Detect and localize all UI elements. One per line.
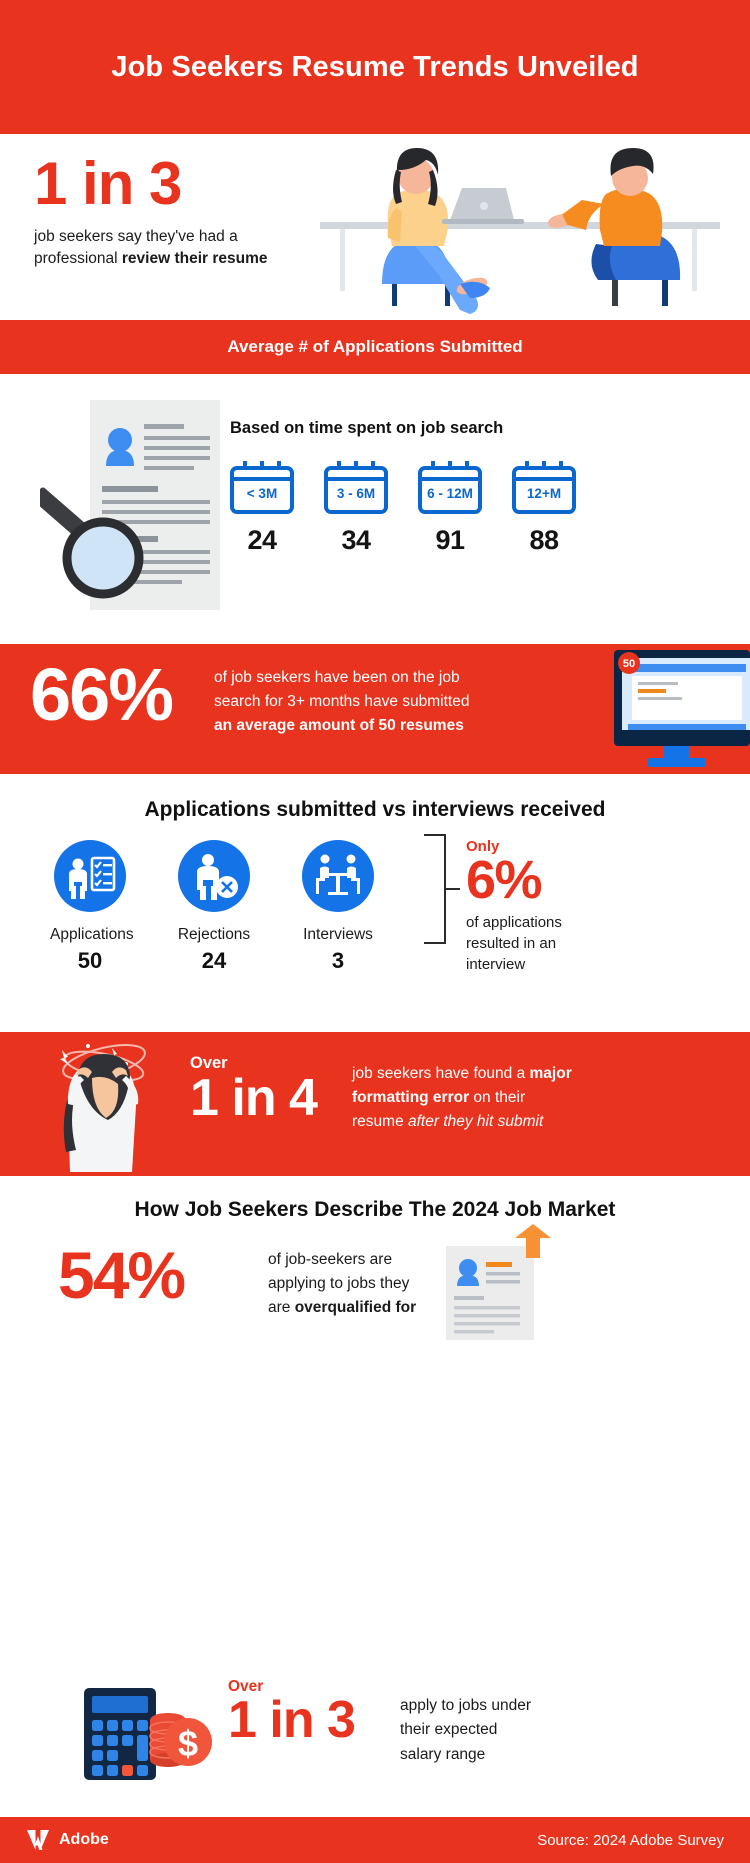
mkt-line3-bold: overqualified for [294,1299,417,1317]
header-banner: Job Seekers Resume Trends Unveiled [0,0,750,134]
band-4-description: job seekers have found a major formattin… [352,1062,602,1134]
resume-magnifier-illustration [40,400,220,610]
calendar-value: 24 [247,525,277,555]
callout-bracket-stub [446,888,460,890]
b4-text-c: resume [352,1113,408,1131]
svg-text:50: 50 [623,658,635,670]
calendar-label: 6 - 12M [427,486,473,501]
time-bucket: 6 - 12M 91 [416,459,484,556]
sal-line1: apply to jobs under [400,1697,531,1714]
apps-stat-row: Applications 50 Rejections 24 Interviews… [50,840,378,974]
market-description: of job-seekers are applying to jobs they… [268,1248,438,1320]
calculator-coins-illustration: $ [84,1688,212,1780]
calendar-icon: 6 - 12M [416,459,484,515]
band-4-number: 1 in 4 [190,1069,318,1127]
apps-stat-item: Applications 50 [50,840,134,974]
apps-stat-label: Interviews [303,926,373,943]
one-in-three-text-block: 1 in 3 job seekers say they've had a pro… [34,154,334,270]
b4-text-a-bold: major [529,1065,572,1082]
only-sub-line2: resulted in an [466,935,557,953]
b4-text-a: job seekers have found a [352,1065,530,1082]
only-sub-line3: interview [466,956,526,974]
mkt-line3-plain: are [268,1299,295,1317]
apps-stat-label: Rejections [177,926,251,943]
band-66-percent: 66% of job seekers have been on the job … [0,644,750,774]
b66-line3: an average amount of 50 resumes [214,717,464,735]
calendar-value: 88 [529,525,559,555]
sal-line3: salary range [400,1745,486,1763]
time-spent-title: Based on time spent on job search [230,419,504,437]
oit-line2-plain: professional [34,250,122,267]
salary-number: 1 in 3 [228,1691,356,1749]
mkt-line1: of job-seekers are [268,1251,393,1268]
section-time-spent: Based on time spent on job search < 3M 2… [0,374,750,644]
calendar-label: 3 - 6M [336,486,376,501]
apps-stat-value: 24 [201,948,227,973]
calendar-label: < 3M [246,486,278,501]
person-rejected-icon [178,840,250,912]
section-salary-range: $ Over 1 in 3 apply to jobs under their … [0,1660,750,1810]
band-average-label: Average # of Applications Submitted [227,337,523,356]
stressed-person-illustration [60,1044,146,1172]
only-description: of applications resulted in an interview [466,912,616,975]
calendar-icon: 3 - 6M [322,459,390,515]
footer-source-text: Source: 2024 Adobe Survey [537,1831,724,1849]
calendar-icon: 12+M [510,459,578,515]
apps-stat-label: Applications [50,926,134,943]
calendar-value: 34 [341,525,371,555]
one-in-three-stat: 1 in 3 [34,150,182,217]
band-average-applications: Average # of Applications Submitted [0,320,750,374]
section-one-in-three: 1 in 3 job seekers say they've had a pro… [0,134,750,320]
callout-bracket [424,834,446,944]
band-66-number: 66% [30,653,174,736]
interview-table-icon [302,840,374,912]
time-bucket: 3 - 6M 34 [322,459,390,556]
time-bucket: 12+M 88 [510,459,578,556]
one-in-three-description: job seekers say they've had a profession… [34,226,334,270]
salary-description: apply to jobs under their expected salar… [400,1694,600,1767]
section-2024-market: How Job Seekers Describe The 2024 Job Ma… [0,1176,750,1425]
band-one-in-four: Over 1 in 4 job seekers have found a maj… [0,1032,750,1176]
apps-stat-item: Interviews 3 [298,840,378,974]
adobe-branding: Adobe [26,1829,109,1851]
oit-line1: job seekers say they've had a [34,228,238,245]
section-apps-vs-interviews: Applications submitted vs interviews rec… [0,774,750,1032]
svg-text:$: $ [178,1723,198,1764]
calendar-value: 91 [435,525,465,555]
calendar-label: 12+M [526,486,562,501]
footer-bar: Adobe Source: 2024 Adobe Survey [0,1817,750,1863]
page-title: Job Seekers Resume Trends Unveiled [111,50,639,83]
only-percent: 6% [466,850,543,910]
market-title: How Job Seekers Describe The 2024 Job Ma… [134,1198,616,1221]
only-sub-line1: of applications [466,914,562,932]
b4-text-b: on their [469,1089,526,1107]
sal-line2: their expected [400,1721,498,1739]
band-66-description: of job seekers have been on the job sear… [214,666,514,738]
person-checklist-icon [54,840,126,912]
resume-up-arrow-illustration [446,1224,551,1340]
apps-stat-value: 3 [331,948,345,973]
only-six-percent-callout: Only 6% of applications resulted in an i… [466,838,616,975]
calendar-icon: < 3M [228,459,296,515]
time-bucket: < 3M 24 [228,459,296,556]
market-percent: 54% [58,1238,186,1312]
apps-vs-interviews-title: Applications submitted vs interviews rec… [144,798,606,821]
b4-text-c-italic: after they hit submit [408,1113,544,1131]
adobe-wordmark: Adobe [59,1831,109,1848]
interview-desk-illustration [320,148,720,314]
time-bucket-row: < 3M 24 3 - 6M 34 6 - 12M 91 12+M 88 [228,459,578,556]
mkt-line2: applying to jobs they [268,1275,410,1293]
adobe-logo-icon [27,1830,49,1850]
apps-stat-value: 50 [77,948,103,973]
b66-line1: of job seekers have been on the job [214,669,460,686]
desktop-monitor-illustration: 50 [614,650,750,767]
oit-line2-bold: review their resume [121,250,268,267]
b66-line2: search for 3+ months have submitted [214,693,470,711]
apps-stat-item: Rejections 24 [174,840,254,974]
b4-text-b-bold: formatting error [352,1089,470,1107]
